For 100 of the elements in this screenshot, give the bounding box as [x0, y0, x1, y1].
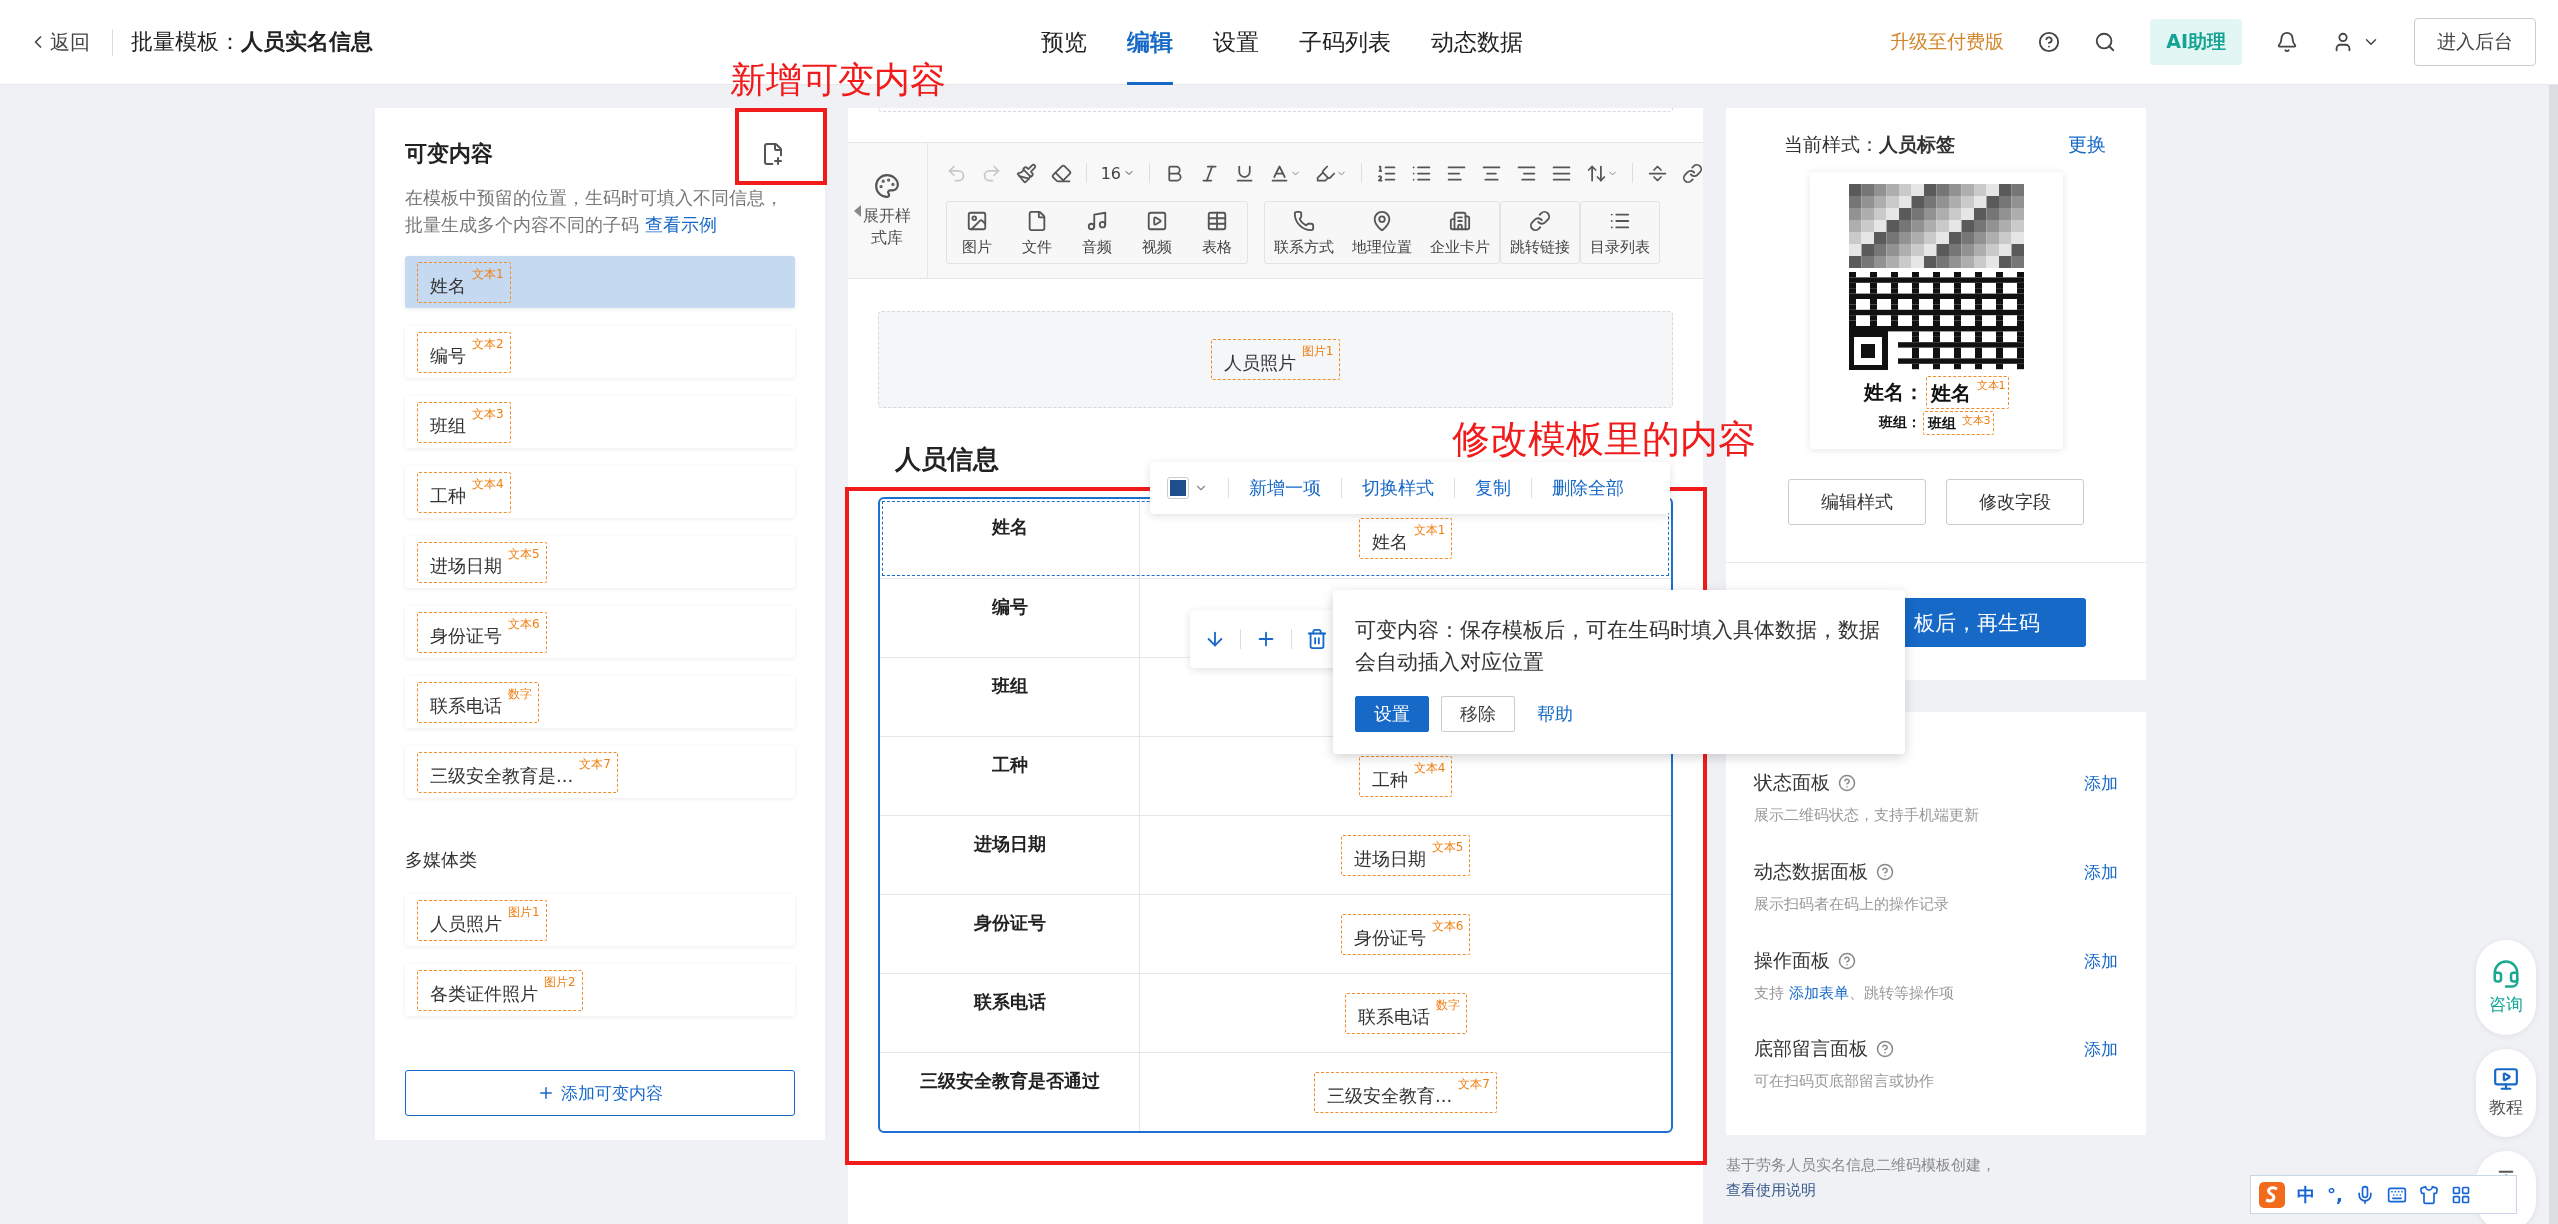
insert-button[interactable]: 表格 [1186, 202, 1247, 263]
monitor-play-icon [2493, 1066, 2519, 1092]
nav-tab[interactable]: 编辑 [1127, 0, 1173, 85]
table-row[interactable]: 身份证号 身份证号 文本6 [880, 894, 1671, 973]
table-action-link[interactable]: 新增一项 [1249, 476, 1321, 500]
table-icon [1205, 210, 1228, 232]
table-action-link[interactable]: 切换样式 [1362, 476, 1434, 500]
nav-tab[interactable]: 子码列表 [1299, 0, 1391, 85]
variable-item[interactable]: 各类证件照片 图片2 [405, 964, 795, 1016]
variable-item[interactable]: 三级安全教育是... 文本7 [405, 746, 795, 798]
variable-item[interactable]: 人员照片 图片1 [405, 894, 795, 946]
scrollbar[interactable] [2549, 85, 2558, 1224]
insert-button[interactable]: 跳转链接 [1500, 202, 1579, 263]
chip-label: 姓名 [430, 273, 466, 298]
insert-button[interactable]: 图片 [946, 202, 1007, 263]
trash-icon[interactable] [1306, 628, 1328, 650]
insert-button[interactable]: 音频 [1066, 202, 1127, 263]
nav-tab[interactable]: 动态数据 [1431, 0, 1523, 85]
insert-button[interactable]: 联系方式 [1264, 202, 1343, 263]
grid-icon[interactable] [2450, 1184, 2471, 1205]
ime-indicator[interactable]: °, [2327, 1184, 2343, 1205]
paint-roller-icon[interactable] [1015, 162, 1037, 184]
chip-tag: 文本5 [508, 545, 540, 563]
link-icon[interactable] [1682, 162, 1703, 184]
popover-button[interactable]: 设置 [1355, 696, 1429, 732]
link-icon [1528, 210, 1551, 232]
variable-item[interactable]: 编号 文本2 [405, 326, 795, 378]
variable-item[interactable]: 身份证号 文本6 [405, 606, 795, 658]
add-link[interactable]: 添加 [2084, 770, 2118, 859]
panel-description: 支持 添加表单、跳转等操作项 [1754, 983, 1954, 1003]
style-button[interactable]: 修改字段 [1946, 479, 2084, 525]
table-row[interactable]: 联系电话 联系电话 数字 [880, 973, 1671, 1052]
help-link[interactable]: 帮助 [1537, 702, 1573, 726]
chip-label: 姓名 [1930, 380, 1971, 407]
chip-tag: 文本5 [1431, 838, 1464, 856]
style-button[interactable]: 编辑样式 [1788, 479, 1926, 525]
play-icon [1145, 210, 1168, 232]
chip-label: 姓名 [1371, 530, 1408, 554]
insert-button[interactable]: 企业卡片 [1420, 202, 1499, 263]
table-cell: 身份证号 [880, 895, 1140, 973]
add-variable-button[interactable]: 添加可变内容 [405, 1070, 795, 1116]
variable-item[interactable]: 班组 文本3 [405, 396, 795, 448]
phone-icon [1292, 210, 1315, 232]
style-library-button[interactable]: 展开样式库 [848, 143, 928, 278]
ime-indicator[interactable]: 中 [2297, 1182, 2315, 1207]
tutorial-button[interactable]: 教程 [2476, 1049, 2536, 1137]
insert-button[interactable]: 地理位置 [1342, 202, 1421, 263]
chip-tag: 文本6 [1431, 917, 1464, 935]
ime-logo-icon [2259, 1181, 2285, 1208]
insert-button[interactable]: 目录列表 [1580, 202, 1659, 263]
page-title: 批量模板：人员实名信息 [131, 28, 373, 56]
nav-tab[interactable]: 预览 [1041, 0, 1087, 85]
back-link[interactable]: 返回 [28, 28, 113, 56]
annotation-text: 新增可变内容 [730, 62, 946, 98]
document-plus-icon[interactable] [761, 142, 785, 166]
chip-label: 进场日期 [1353, 846, 1426, 871]
chip-label: 人员照片 [1223, 351, 1296, 375]
panel-name: 动态数据面板 [1754, 858, 1868, 884]
add-link[interactable]: 添加 [2084, 947, 2118, 1037]
insert-button[interactable]: 文件 [1006, 202, 1067, 263]
color-swatch[interactable] [1168, 478, 1188, 498]
chip-label: 联系电话 [430, 693, 502, 718]
add-form-link[interactable]: 添加表单 [1788, 983, 1849, 1002]
section-title: 多媒体类 [405, 848, 478, 872]
usage-link[interactable]: 查看使用说明 [1726, 1181, 1816, 1199]
image-icon [965, 210, 988, 232]
headset-icon [2491, 958, 2521, 989]
table-row[interactable]: 三级安全教育是否通过 三级安全教育... 文本7 [880, 1052, 1671, 1131]
search-icon[interactable] [2094, 31, 2117, 53]
chip-tag: 文本6 [508, 615, 540, 633]
chip-label: 三级安全教育... [1327, 1083, 1453, 1108]
palette-icon [874, 172, 901, 199]
bell-icon[interactable] [2276, 31, 2298, 53]
popover-button[interactable]: 移除 [1441, 696, 1515, 732]
table-action-link[interactable]: 删除全部 [1552, 476, 1624, 500]
panel-name: 状态面板 [1754, 770, 1830, 795]
variable-item[interactable]: 联系电话 数字 [405, 676, 795, 728]
example-link[interactable]: 查看示例 [644, 214, 717, 235]
variable-item[interactable]: 工种 文本4 [405, 466, 795, 518]
panel-title: 可变内容 [405, 140, 493, 168]
insert-button[interactable]: 视频 [1126, 202, 1187, 263]
chip-tag: 文本3 [472, 405, 504, 423]
table-action-link[interactable]: 复制 [1475, 476, 1511, 500]
table-row[interactable]: 进场日期 进场日期 文本5 [880, 815, 1671, 894]
template-note: 基于劳务人员实名信息二维码模板创建， 查看使用说明 [1726, 1155, 1997, 1201]
eraser-icon[interactable] [1050, 162, 1072, 184]
font-size-select[interactable]: 16 [1100, 163, 1135, 183]
nav-tab[interactable]: 设置 [1213, 0, 1259, 85]
variable-item[interactable]: 姓名 文本1 [405, 256, 795, 308]
change-link[interactable]: 更换 [2068, 132, 2106, 158]
add-link[interactable]: 添加 [2084, 1036, 2118, 1125]
chip-tag: 文本4 [1413, 759, 1446, 777]
chip-label: 各类证件照片 [430, 981, 538, 1006]
admin-button[interactable]: 进入后台 [2414, 18, 2536, 66]
variable-item[interactable]: 进场日期 文本5 [405, 536, 795, 588]
shirt-icon[interactable] [2418, 1184, 2439, 1205]
music-note-icon [1085, 210, 1108, 232]
add-link[interactable]: 添加 [2084, 858, 2118, 948]
field-label: 姓名： [1863, 379, 1924, 406]
help-icon[interactable] [2038, 31, 2061, 53]
